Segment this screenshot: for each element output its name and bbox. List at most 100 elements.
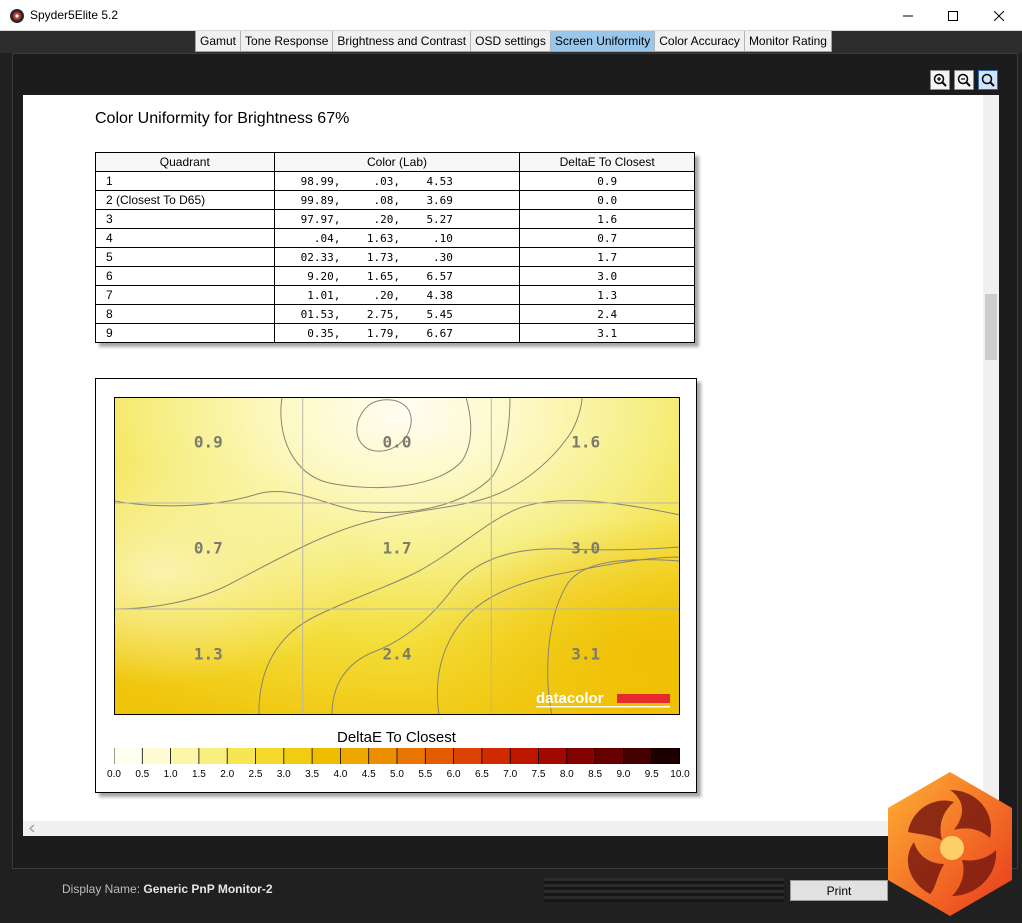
tab-strip: Gamut Tone Response Brightness and Contras… (0, 31, 1022, 53)
cell-color-lab-value: 97.97, .20, 5.27 (300, 212, 453, 226)
colorbar-tick-label: 9.5 (645, 769, 659, 780)
heatmap-cell-label: 0.9 (194, 433, 223, 452)
table-row: 2 (Closest To D65) 99.89, .08, 3.69 0.0 (95, 190, 695, 210)
table-row: 4 .04, 1.63, .10 0.7 (95, 228, 695, 248)
heatmap-cell-label: 0.7 (194, 539, 223, 558)
colorbar-tick-label: 8.0 (560, 769, 574, 780)
tab-tone-response[interactable]: Tone Response (241, 31, 334, 51)
colorbar-swatch (312, 748, 341, 764)
cell-color-lab-value: 0.35, 1.79, 6.67 (300, 326, 453, 340)
cell-color-lab-value: 1.01, .20, 4.38 (300, 288, 453, 302)
cell-quadrant: 6 (95, 266, 275, 286)
maximize-icon (948, 10, 958, 21)
colorbar-swatch (114, 748, 143, 764)
colorbar-tick-label: 3.5 (305, 769, 319, 780)
close-button[interactable] (976, 0, 1022, 31)
colorbar-swatch (283, 748, 313, 764)
colorbar-tick-label: 6.0 (447, 769, 461, 780)
tab-screen-uniformity[interactable]: Screen Uniformity (550, 31, 656, 51)
cell-color-lab: 01.53, 2.75, 5.45 (273, 304, 521, 324)
cell-color-lab-value: 98.99, .03, 4.53 (300, 174, 453, 188)
datacolor-logo-text: datacolor (536, 690, 604, 707)
colorbar-tick-label: 2.5 (249, 769, 263, 780)
display-name-label: Display Name: (62, 882, 141, 896)
cell-quadrant: 7 (95, 285, 275, 305)
watermark-badge-icon (888, 772, 1012, 916)
zoom-fit-button[interactable] (978, 70, 998, 90)
cell-quadrant: 5 (95, 247, 275, 267)
colorbar-swatch (453, 748, 483, 764)
table-row: 8 01.53, 2.75, 5.45 2.4 (95, 304, 695, 324)
tab-gamut[interactable]: Gamut (196, 31, 242, 51)
cell-quadrant: 3 (95, 209, 275, 229)
colorbar-tick-label: 2.0 (220, 769, 234, 780)
colorbar-swatch (623, 748, 652, 764)
minimize-button[interactable] (885, 0, 931, 31)
horizontal-scrollbar[interactable] (23, 821, 999, 836)
zoom-out-button[interactable] (954, 70, 974, 90)
report-title: Color Uniformity for Brightness 67% (95, 110, 350, 127)
zoom-fit-icon (981, 73, 995, 87)
colorbar-swatch (227, 748, 256, 764)
colorbar-swatch (170, 748, 200, 764)
colorbar-tick-label: 0.5 (135, 769, 149, 780)
colorbar-tick-label: 7.0 (503, 769, 517, 780)
cell-color-lab-value: 01.53, 2.75, 5.45 (300, 307, 453, 321)
column-header-color-lab: Color (Lab) (273, 152, 521, 172)
app-logo-icon (10, 9, 24, 23)
cell-deltae: 0.7 (519, 228, 695, 248)
tab-color-accuracy[interactable]: Color Accuracy (655, 31, 745, 51)
cell-color-lab: 0.35, 1.79, 6.67 (273, 323, 521, 343)
colorbar-swatch (397, 748, 426, 764)
colorbar-tick-label: 8.5 (588, 769, 602, 780)
colorbar-tick-label: 5.0 (390, 769, 404, 780)
colorbar-tick-labels: 0.0 0.5 1.0 1.5 2.0 2.5 3.0 3.5 4.0 4.5 5.0 5.5 6.0 6… (107, 769, 690, 780)
colorbar-tick-label: 6.5 (475, 769, 489, 780)
cell-color-lab-value: 99.89, .08, 3.69 (300, 193, 453, 207)
cell-color-lab: 98.99, .03, 4.53 (273, 171, 521, 191)
colorbar-swatch (595, 748, 624, 764)
uniformity-heatmap: 0.9 0.0 1.6 0.7 1.7 3.0 1.3 2.4 3.1 datacolor (114, 397, 680, 715)
heatmap-cell-label: 0.0 (383, 433, 412, 452)
tab-monitor-rating[interactable]: Monitor Rating (745, 31, 831, 51)
colorbar-tick-label: 7.5 (532, 769, 546, 780)
colorbar-swatch (566, 748, 596, 764)
table-row: 7 1.01, .20, 4.38 1.3 (95, 285, 695, 305)
cell-deltae: 1.7 (519, 247, 695, 267)
zoom-in-button[interactable] (930, 70, 950, 90)
tab-osd-settings[interactable]: OSD settings (471, 31, 551, 51)
heatmap-cell-label: 2.4 (383, 645, 412, 664)
colorbar-swatch (538, 748, 568, 764)
table-row: 9 0.35, 1.79, 6.67 3.1 (95, 323, 695, 343)
heatmap-cell-label: 1.6 (571, 433, 600, 452)
tab-bar: Gamut Tone Response Brightness and Contras… (195, 31, 832, 52)
tab-brightness-and-contrast[interactable]: Brightness and Contrast (333, 31, 472, 51)
cell-color-lab: .04, 1.63, .10 (273, 228, 521, 248)
cell-deltae: 3.1 (519, 323, 695, 343)
heatmap-cell-label: 1.7 (383, 539, 412, 558)
heatmap-cell-label: 1.3 (194, 645, 223, 664)
display-name-value: Generic PnP Monitor-2 (143, 882, 273, 896)
uniformity-table: Quadrant Color (Lab) DeltaE To Closest 1… (95, 152, 695, 343)
colorbar-swatch (198, 748, 228, 764)
maximize-button[interactable] (930, 0, 976, 31)
window-title: Spyder5Elite 5.2 (30, 8, 119, 22)
zoom-in-icon (933, 73, 947, 87)
cell-color-lab: 1.01, .20, 4.38 (273, 285, 521, 305)
vertical-scrollbar-thumb[interactable] (985, 294, 997, 360)
cell-deltae: 2.4 (519, 304, 695, 324)
vertical-scrollbar[interactable] (983, 95, 999, 821)
cell-quadrant: 8 (95, 304, 275, 324)
colorbar-tick-label: 3.0 (277, 769, 291, 780)
cell-color-lab-value: .04, 1.63, .10 (300, 231, 453, 245)
cell-quadrant: 4 (95, 228, 275, 248)
scroll-left-icon[interactable] (28, 824, 36, 833)
cell-color-lab: 02.33, 1.73, .30 (273, 247, 521, 267)
print-button[interactable]: Print (790, 880, 888, 901)
colorbar-tick-label: 4.0 (333, 769, 347, 780)
colorbar-swatch (425, 748, 454, 764)
colorbar-tick-label: 1.5 (192, 769, 206, 780)
table-row: 3 97.97, .20, 5.27 1.6 (95, 209, 695, 229)
table-row: 5 02.33, 1.73, .30 1.7 (95, 247, 695, 267)
colorbar-swatch (651, 748, 680, 764)
